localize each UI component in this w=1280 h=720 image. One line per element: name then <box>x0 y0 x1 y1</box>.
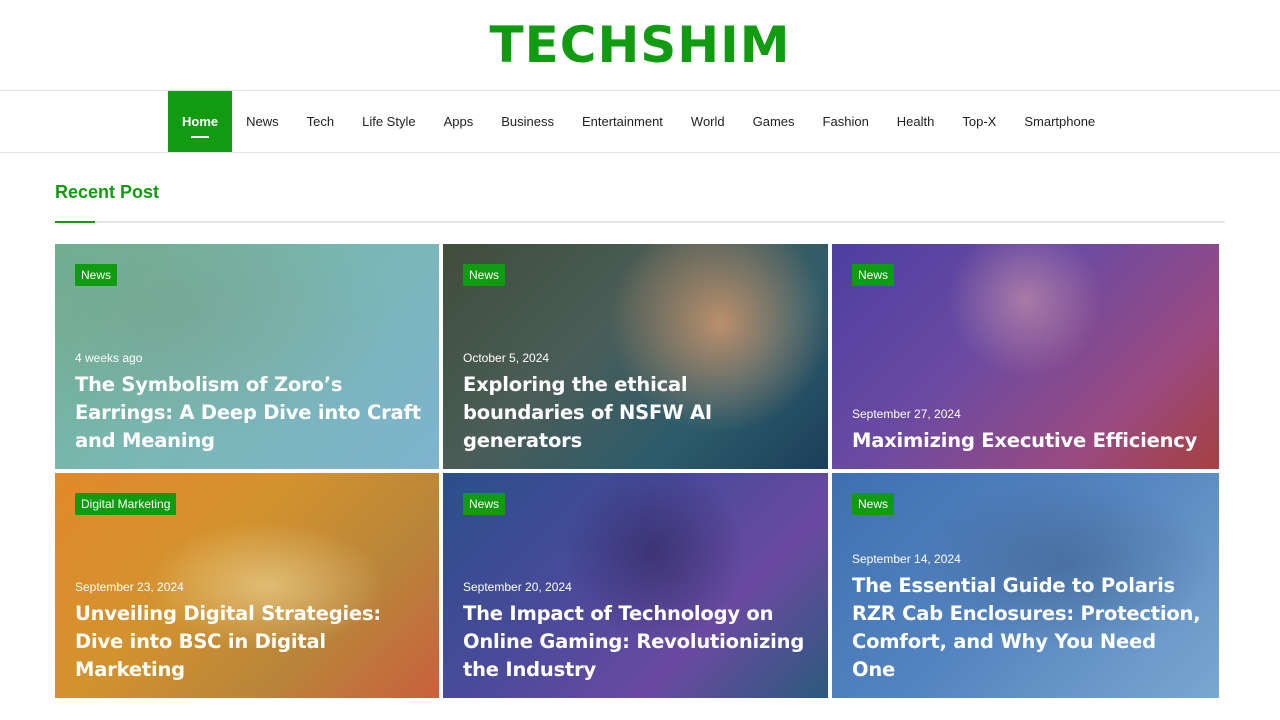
nav-list: Home News Tech Life Style Apps Business … <box>168 91 1109 152</box>
section-divider-accent <box>55 221 95 223</box>
post-date: 4 weeks ago <box>75 351 143 365</box>
category-badge[interactable]: News <box>75 264 118 286</box>
post-card[interactable]: News September 27, 2024 Maximizing Execu… <box>832 244 1219 469</box>
post-title[interactable]: Maximizing Executive Efficiency <box>852 427 1205 455</box>
nav-item-smartphone[interactable]: Smartphone <box>1010 91 1109 152</box>
category-badge[interactable]: News <box>463 264 506 286</box>
section-divider <box>55 221 1225 223</box>
post-date: September 27, 2024 <box>852 407 961 421</box>
post-date: October 5, 2024 <box>463 351 550 365</box>
recent-posts-grid: News 4 weeks ago The Symbolism of Zoro’s… <box>55 244 1219 698</box>
nav-item-tech[interactable]: Tech <box>293 91 348 152</box>
post-title[interactable]: Unveiling Digital Strategies: Dive into … <box>75 600 425 684</box>
nav-item-health[interactable]: Health <box>883 91 949 152</box>
post-meta: September 20, 2024 The Impact of Technol… <box>463 580 814 684</box>
category-badge[interactable]: News <box>852 493 895 515</box>
nav-item-business[interactable]: Business <box>487 91 568 152</box>
category-badge[interactable]: Digital Marketing <box>75 493 177 515</box>
category-badge[interactable]: News <box>463 493 506 515</box>
post-card[interactable]: News October 5, 2024 Exploring the ethic… <box>443 244 828 469</box>
section-title: Recent Post <box>55 182 160 202</box>
post-date: September 23, 2024 <box>75 580 184 594</box>
post-card[interactable]: News September 14, 2024 The Essential Gu… <box>832 473 1219 698</box>
post-card[interactable]: News September 20, 2024 The Impact of Te… <box>443 473 828 698</box>
post-meta: September 23, 2024 Unveiling Digital Str… <box>75 580 425 684</box>
post-title[interactable]: The Symbolism of Zoro’s Earrings: A Deep… <box>75 371 425 455</box>
nav-item-top-x[interactable]: Top-X <box>948 91 1010 152</box>
nav-item-entertainment[interactable]: Entertainment <box>568 91 677 152</box>
nav-item-home[interactable]: Home <box>168 91 233 152</box>
category-badge[interactable]: News <box>852 264 895 286</box>
post-title[interactable]: Exploring the ethical boundaries of NSFW… <box>463 371 814 455</box>
post-meta: September 27, 2024 Maximizing Executive … <box>852 407 1205 455</box>
nav-item-apps[interactable]: Apps <box>430 91 488 152</box>
post-title[interactable]: The Impact of Technology on Online Gamin… <box>463 600 814 684</box>
site-logo[interactable]: TECHSHIM <box>0 14 1280 76</box>
nav-item-world[interactable]: World <box>677 91 739 152</box>
post-date: September 20, 2024 <box>463 580 572 594</box>
nav-item-games[interactable]: Games <box>739 91 809 152</box>
post-title[interactable]: The Essential Guide to Polaris RZR Cab E… <box>852 572 1205 684</box>
nav-item-fashion[interactable]: Fashion <box>809 91 883 152</box>
post-card[interactable]: Digital Marketing September 23, 2024 Unv… <box>55 473 439 698</box>
post-meta: October 5, 2024 Exploring the ethical bo… <box>463 351 814 455</box>
nav-item-life-style[interactable]: Life Style <box>348 91 429 152</box>
post-meta: September 14, 2024 The Essential Guide t… <box>852 552 1205 684</box>
main-navigation: Home News Tech Life Style Apps Business … <box>0 90 1280 153</box>
post-card[interactable]: News 4 weeks ago The Symbolism of Zoro’s… <box>55 244 439 469</box>
nav-item-news[interactable]: News <box>232 91 293 152</box>
post-meta: 4 weeks ago The Symbolism of Zoro’s Earr… <box>75 351 425 455</box>
post-date: September 14, 2024 <box>852 552 961 566</box>
